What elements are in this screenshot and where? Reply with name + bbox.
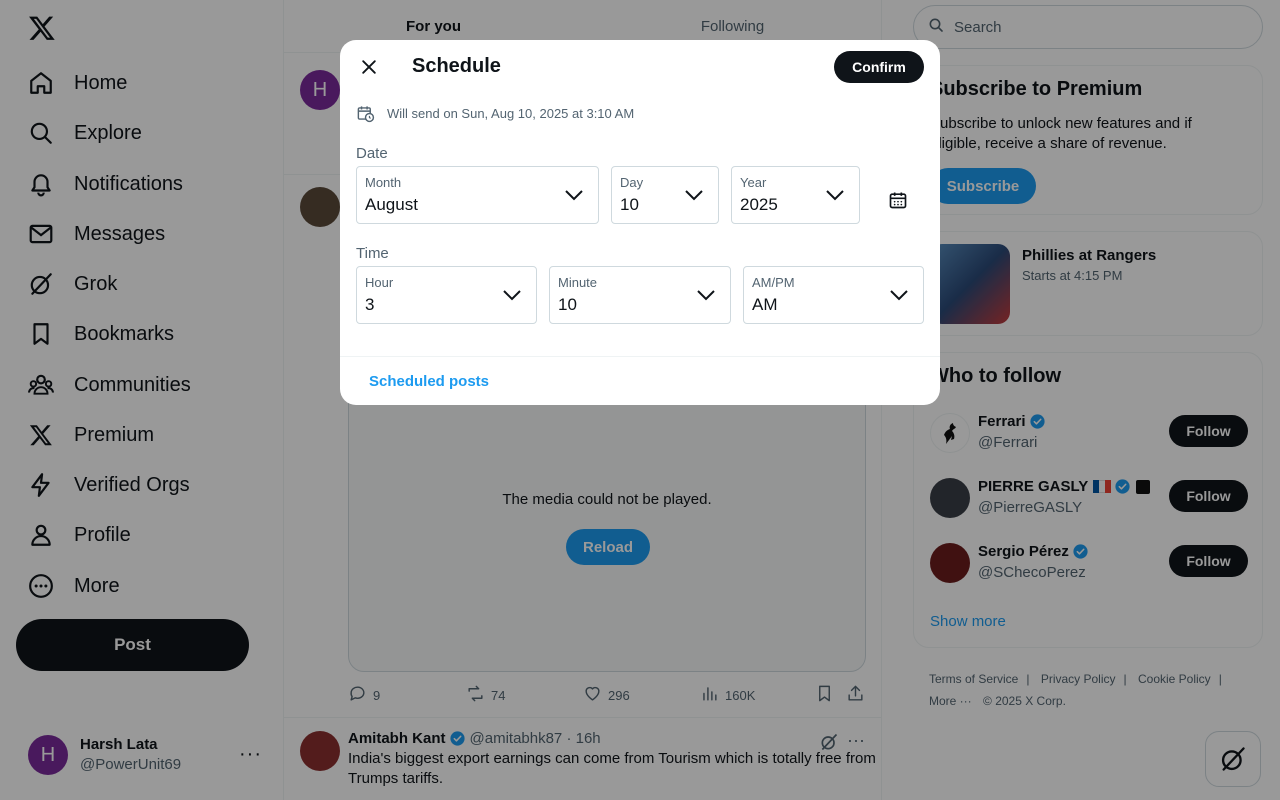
close-icon — [362, 60, 376, 74]
minute-select-value: 10 — [558, 295, 577, 314]
hour-select[interactable]: Hour 3 — [356, 266, 537, 324]
year-select-label: Year — [740, 175, 767, 190]
confirm-button[interactable]: Confirm — [834, 51, 924, 83]
calendar-clock-icon — [357, 106, 375, 123]
month-select[interactable]: Month August — [356, 166, 599, 224]
close-button[interactable] — [352, 50, 386, 84]
hour-select-label: Hour — [365, 275, 394, 290]
time-label: Time — [356, 245, 389, 262]
hour-select-value: 3 — [365, 295, 375, 314]
chevron-down-icon — [565, 190, 583, 201]
chevron-down-icon — [890, 290, 908, 301]
schedule-summary-text: Will send on Sun, Aug 10, 2025 at 3:10 A… — [387, 106, 635, 121]
year-select[interactable]: Year 2025 — [731, 166, 860, 224]
app-page: Home Explore Notifications Messages Grok… — [0, 0, 1280, 800]
calendar-button[interactable] — [880, 182, 916, 218]
month-select-label: Month — [365, 175, 402, 190]
schedule-summary: Will send on Sun, Aug 10, 2025 at 3:10 A… — [356, 104, 634, 123]
ampm-select[interactable]: AM/PM AM — [743, 266, 924, 324]
day-select[interactable]: Day 10 — [611, 166, 719, 224]
chevron-down-icon — [826, 190, 844, 201]
chevron-down-icon — [685, 190, 703, 201]
ampm-select-label: AM/PM — [752, 275, 795, 290]
month-select-value: August — [365, 195, 418, 214]
day-select-label: Day — [620, 175, 644, 190]
date-label: Date — [356, 145, 388, 162]
schedule-dialog: Schedule Confirm Will send on Sun, Aug 1… — [340, 40, 940, 405]
minute-select-label: Minute — [558, 275, 598, 290]
minute-select[interactable]: Minute 10 — [549, 266, 731, 324]
day-select-value: 10 — [620, 195, 639, 214]
chevron-down-icon — [697, 290, 715, 301]
dialog-divider — [340, 356, 940, 357]
scheduled-posts-link[interactable]: Scheduled posts — [369, 373, 489, 390]
calendar-icon — [889, 192, 907, 209]
dialog-title: Schedule — [412, 55, 501, 77]
year-select-value: 2025 — [740, 195, 778, 214]
chevron-down-icon — [503, 290, 521, 301]
ampm-select-value: AM — [752, 295, 778, 314]
